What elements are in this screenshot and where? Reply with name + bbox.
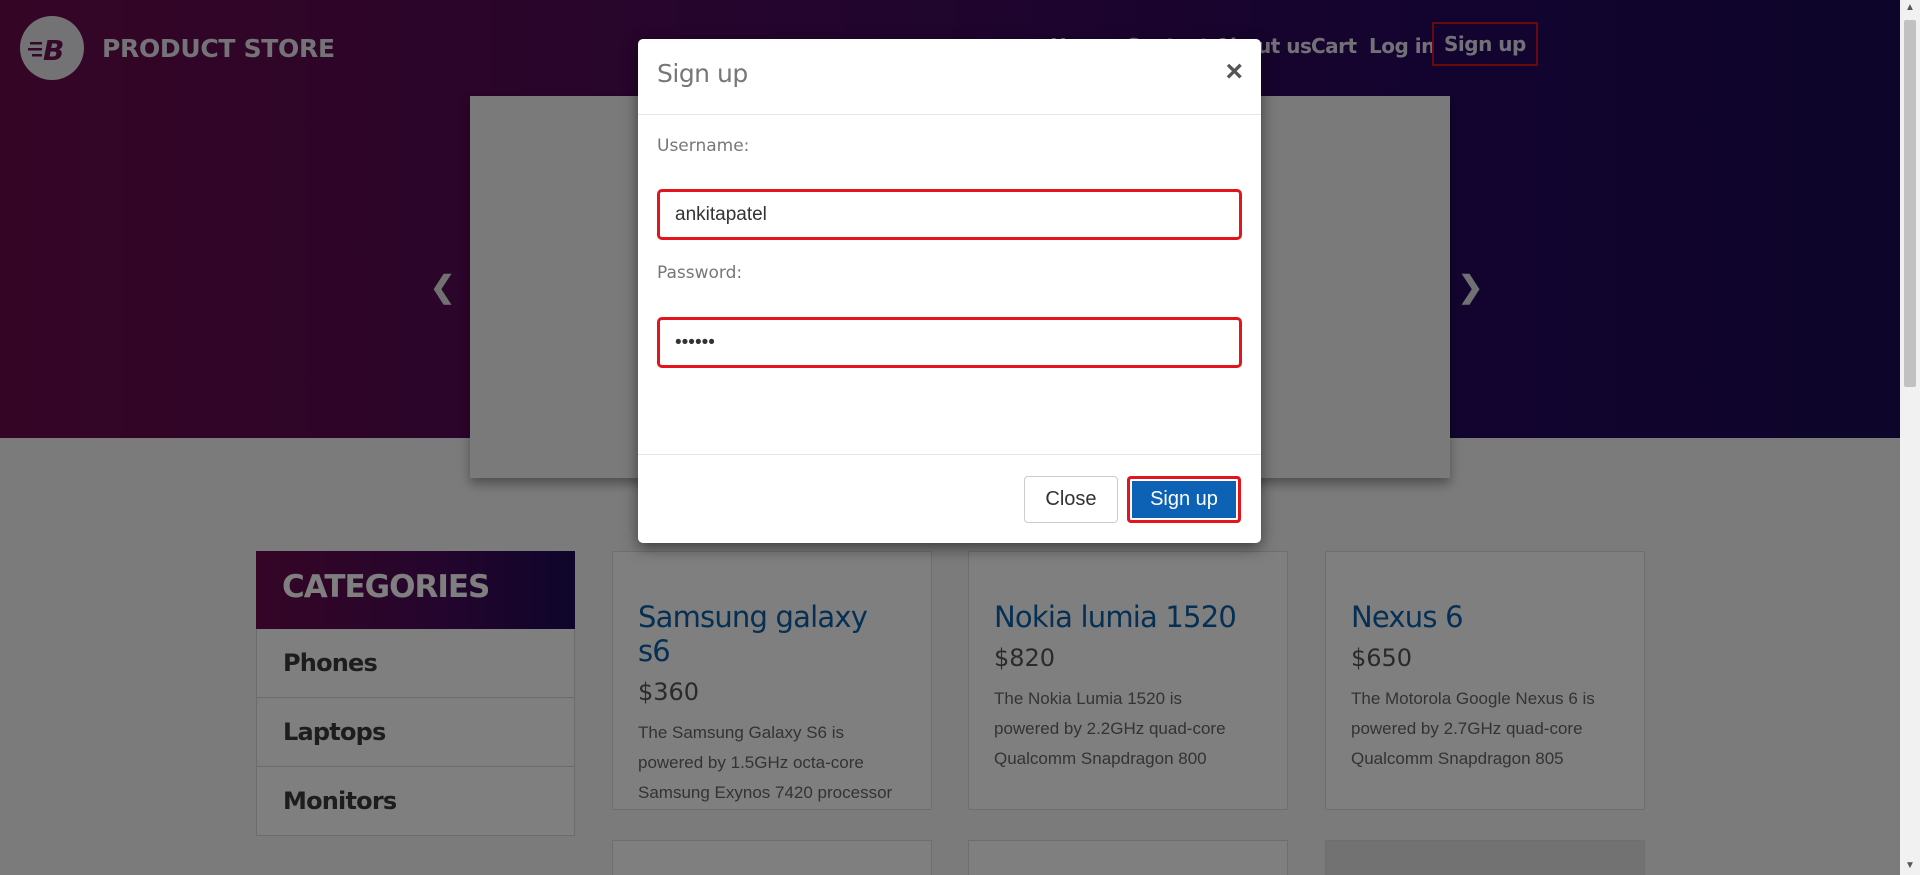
- modal-title: Sign up: [657, 59, 748, 88]
- scroll-down-icon[interactable]: ▼: [1905, 860, 1915, 871]
- username-label: Username:: [657, 136, 750, 156]
- scroll-up-icon[interactable]: ▲: [1905, 2, 1915, 13]
- vertical-scrollbar[interactable]: ▲ ▼: [1900, 0, 1920, 875]
- password-label: Password:: [657, 263, 743, 283]
- close-button[interactable]: Close: [1024, 476, 1118, 523]
- signup-modal: Sign up × Username: ankitapatel Password…: [638, 39, 1261, 543]
- modal-header: Sign up ×: [638, 39, 1261, 115]
- username-input[interactable]: ankitapatel: [657, 189, 1242, 240]
- password-input[interactable]: ••••••: [657, 317, 1242, 368]
- close-icon[interactable]: ×: [1225, 55, 1243, 89]
- scroll-thumb[interactable]: [1904, 20, 1916, 387]
- modal-footer: Close Sign up: [638, 454, 1261, 543]
- sign-up-button[interactable]: Sign up: [1127, 476, 1241, 523]
